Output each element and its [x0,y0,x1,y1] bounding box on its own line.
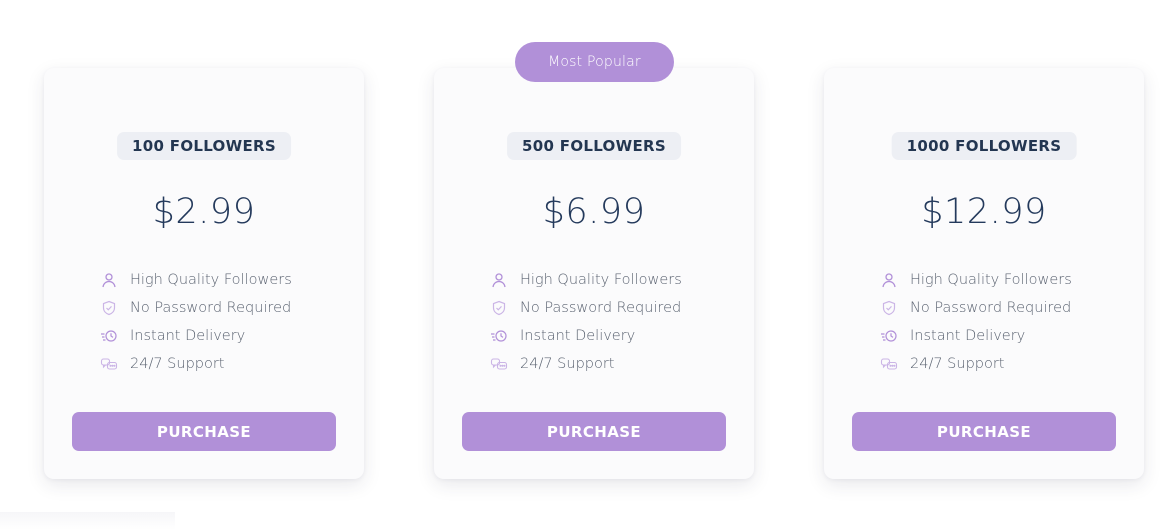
shield-check-icon [880,299,898,317]
feature-label: 24/7 Support [910,356,1005,372]
feature-item: High Quality Followers [880,266,1072,294]
feature-item: Instant Delivery [490,322,682,350]
purchase-button[interactable]: PURCHASE [462,412,726,451]
plan-tier-label: 100 FOLLOWERS [117,132,291,160]
plan-price: $6.99 [542,192,646,232]
feature-label: 24/7 Support [520,356,615,372]
plan-tier-label: 1000 FOLLOWERS [891,132,1077,160]
feature-label: Instant Delivery [520,328,636,344]
user-icon [880,271,898,289]
plan-price: $2.99 [152,192,256,232]
feature-label: No Password Required [910,300,1072,316]
feature-item: 24/7 Support [490,350,682,378]
feature-item: No Password Required [490,294,682,322]
feature-item: High Quality Followers [490,266,682,294]
feature-label: Instant Delivery [910,328,1026,344]
support-chat-icon [490,355,508,373]
support-chat-icon [100,355,118,373]
plan-price: $12.99 [921,192,1047,232]
fast-clock-icon [100,327,118,345]
feature-item: 24/7 Support [880,350,1072,378]
pricing-section: Most Popular 100 FOLLOWERS $2.99 High Qu… [0,0,1176,530]
feature-list: High Quality Followers No Password Requi… [880,266,1072,378]
feature-list: High Quality Followers No Password Requi… [100,266,292,378]
feature-label: High Quality Followers [520,272,682,288]
feature-item: High Quality Followers [100,266,292,294]
shield-check-icon [490,299,508,317]
fast-clock-icon [880,327,898,345]
pricing-card-100: 100 FOLLOWERS $2.99 High Quality Followe… [44,68,364,479]
pricing-card-500: 500 FOLLOWERS $6.99 High Quality Followe… [434,68,754,479]
feature-label: High Quality Followers [910,272,1072,288]
feature-item: No Password Required [100,294,292,322]
page-edge-shadow [0,512,175,530]
fast-clock-icon [490,327,508,345]
plan-tier-label: 500 FOLLOWERS [507,132,681,160]
feature-label: High Quality Followers [130,272,292,288]
shield-check-icon [100,299,118,317]
purchase-button[interactable]: PURCHASE [852,412,1116,451]
feature-list: High Quality Followers No Password Requi… [490,266,682,378]
purchase-button[interactable]: PURCHASE [72,412,336,451]
feature-label: No Password Required [130,300,292,316]
pricing-card-1000: 1000 FOLLOWERS $12.99 High Quality Follo… [824,68,1144,479]
feature-item: Instant Delivery [100,322,292,350]
most-popular-badge: Most Popular [515,42,674,82]
feature-item: 24/7 Support [100,350,292,378]
feature-label: 24/7 Support [130,356,225,372]
feature-label: No Password Required [520,300,682,316]
feature-item: No Password Required [880,294,1072,322]
feature-item: Instant Delivery [880,322,1072,350]
user-icon [100,271,118,289]
user-icon [490,271,508,289]
feature-label: Instant Delivery [130,328,246,344]
support-chat-icon [880,355,898,373]
